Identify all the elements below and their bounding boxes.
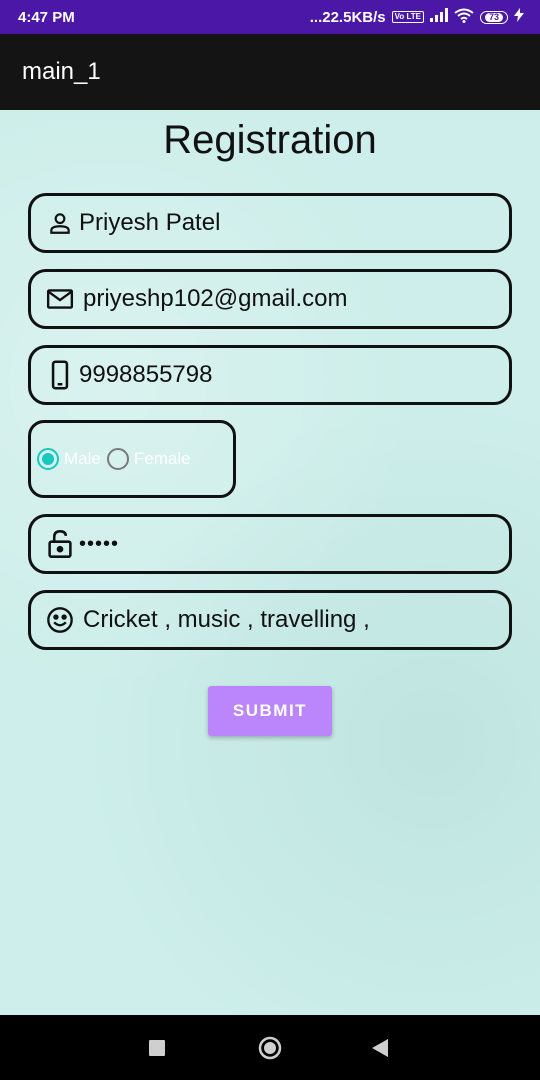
phone-field[interactable]: 9998855798 [28,345,512,405]
app-title: main_1 [22,58,101,85]
status-indicators: ...22.5KB/s Vo LTE 73 [310,8,524,27]
hobbies-field[interactable]: Cricket , music , travelling , [28,590,512,650]
male-label: Male [64,449,101,468]
navigation-bar [0,1015,540,1080]
phone-icon [45,360,75,390]
radio-checked-icon [37,448,59,470]
password-value: ••••• [79,532,120,555]
female-label: Female [133,449,191,468]
gender-radio-group: Male Female [28,420,236,498]
wifi-icon [454,8,474,27]
home-icon[interactable] [258,1036,282,1060]
phone-value: 9998855798 [79,361,213,388]
female-radio[interactable]: Female [106,448,191,470]
lte-icon: Vo LTE [391,11,424,23]
signal-icon [430,8,448,26]
page-title: Registration [163,118,377,162]
smiley-icon [45,605,75,635]
lock-icon [45,529,75,559]
email-field[interactable]: priyeshp102@gmail.com [28,269,512,329]
status-bar: 4:47 PM ...22.5KB/s Vo LTE 73 [0,0,540,34]
recents-icon[interactable] [149,1040,165,1056]
battery-icon: 73 [480,10,508,24]
hobbies-value: Cricket , music , travelling , [83,606,370,633]
app-bar: main_1 [0,34,540,110]
charging-icon [514,8,524,26]
name-value: Priyesh Patel [79,209,221,236]
password-field[interactable]: ••••• [28,514,512,574]
registration-form: Registration Priyesh Patel priyeshp102@g… [0,110,540,1015]
submit-button[interactable]: SUBMIT [208,686,332,736]
radio-unchecked-icon [106,448,129,470]
email-value: priyeshp102@gmail.com [83,285,348,312]
battery-level: 73 [484,12,503,22]
status-time: 4:47 PM [18,8,75,26]
person-icon [45,208,75,238]
network-speed: ...22.5KB/s [309,8,386,26]
name-field[interactable]: Priyesh Patel [28,193,512,253]
male-radio[interactable]: Male [37,448,101,470]
back-icon[interactable] [372,1039,388,1057]
mail-icon [45,284,75,314]
